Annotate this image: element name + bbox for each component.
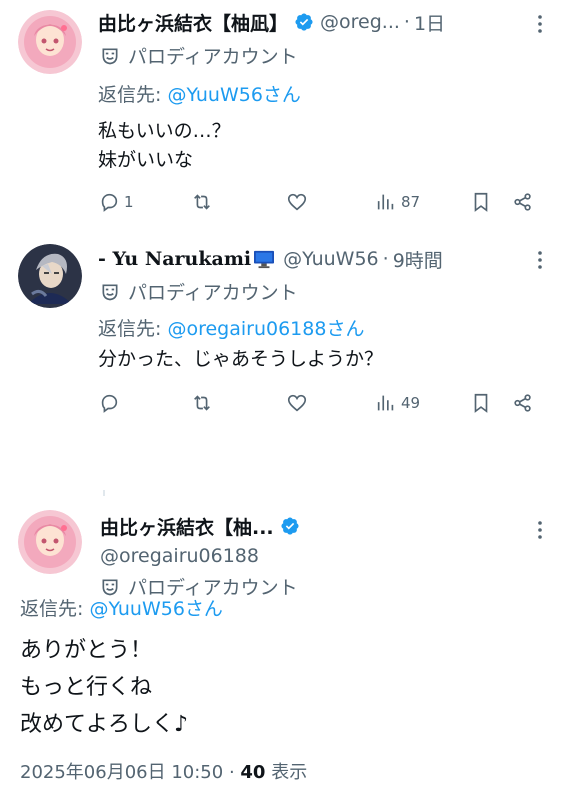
verified-badge-icon [295,13,313,31]
more-icon[interactable] [528,518,552,542]
tweet-1-header: 由比ヶ浜結衣【柚凪】 @oreg... · 1日 [98,8,445,36]
bookmark-button[interactable] [470,392,492,414]
reply-prefix: 返信先: [20,598,90,620]
views-label: 表示 [271,762,308,783]
share-icon [514,394,531,412]
share-button[interactable] [512,191,534,213]
focused-header: 由比ヶ浜結衣【柚... [100,512,306,540]
parody-label: パロディアカウント [100,42,298,69]
bookmark-icon [474,393,488,413]
tweet-2[interactable]: - Yu Narukami @YuuW56 · 9時間 パロディアカウント 返信… [0,230,565,430]
tweet-1[interactable]: 由比ヶ浜結衣【柚凪】 @oreg... · 1日 パロディアカウント 返信先: … [0,0,565,230]
separator-dot: · [382,248,389,270]
focused-tweet: 由比ヶ浜結衣【柚... @oregairu06188 パロディアカウント 返信先… [0,430,565,800]
views-button[interactable]: 49 [375,392,420,414]
display-name[interactable]: - Yu Narukami [98,248,251,270]
parody-mask-icon [102,48,118,64]
share-button[interactable] [512,392,534,414]
reply-icon [101,394,118,413]
focused-handle-row: @oregairu06188 [100,542,259,570]
separator-dot: · [228,762,241,783]
tweet-text: ありがとう！ もっと行くね 改めてよろしく♪ [20,638,189,737]
parody-label-text: パロディアカウント [128,46,298,68]
share-icon [514,193,531,211]
parody-label: パロディアカウント [100,278,298,305]
reply-prefix: 返信先: [98,84,168,106]
tweet-text: 私もいいの…？ 妹がいいな [98,120,231,171]
views-count: 87 [401,193,421,211]
reply-button[interactable]: 1 [98,191,134,213]
avatar-yui[interactable] [18,510,82,574]
reply-mention[interactable]: @YuuW56さん [89,598,222,620]
tweet-meta: 2025年06月06日 10:50 · 40 表示 [20,758,307,784]
timestamp[interactable]: 1日 [414,9,445,36]
tweet-text: 分かった、じゃあそうしようか？ [98,348,384,370]
views-count: 40 [240,762,266,783]
retweet-button[interactable] [191,191,213,213]
retweet-button[interactable] [191,392,213,414]
reply-icon [101,193,118,212]
handle[interactable]: @YuuW56 [283,248,378,270]
bookmark-icon [474,192,488,212]
reply-to: 返信先: @YuuW56さん [98,80,301,107]
reply-mention[interactable]: @YuuW56さん [167,84,300,106]
views-icon [377,194,394,210]
parody-label-text: パロディアカウント [128,282,298,304]
avatar-yui[interactable] [18,10,82,74]
display-name[interactable]: 由比ヶ浜結衣【柚凪】 [98,9,288,36]
reply-prefix: 返信先: [98,318,168,340]
handle[interactable]: @oreg... [320,11,400,33]
tweet-2-header: - Yu Narukami @YuuW56 · 9時間 [98,245,443,273]
like-button[interactable] [286,392,308,414]
display-name[interactable]: 由比ヶ浜結衣【柚... [100,513,274,540]
handle[interactable]: @oregairu06188 [100,545,259,567]
like-icon [287,394,307,412]
post-timestamp[interactable]: 2025年06月06日 10:50 [20,762,223,783]
views-button[interactable]: 87 [375,191,420,213]
separator-dot: · [403,11,410,33]
reply-to: 返信先: @oregairu06188さん [98,314,364,341]
thread-connector [103,490,105,496]
parody-mask-icon [102,284,118,300]
timestamp[interactable]: 9時間 [393,246,443,273]
retweet-icon [194,395,210,411]
reply-mention[interactable]: @oregairu06188さん [167,318,364,340]
views-icon [377,395,394,411]
like-button[interactable] [286,191,308,213]
more-icon[interactable] [528,12,552,36]
monitor-icon [254,250,275,269]
avatar-yu[interactable] [18,244,82,308]
bookmark-button[interactable] [470,191,492,213]
views-count: 49 [401,394,421,412]
more-icon[interactable] [528,248,552,272]
reply-button[interactable] [98,392,120,414]
verified-badge-icon [281,517,299,535]
reply-count: 1 [124,193,134,211]
retweet-icon [194,194,210,210]
like-icon [287,193,307,211]
reply-to: 返信先: @YuuW56さん [20,594,223,621]
